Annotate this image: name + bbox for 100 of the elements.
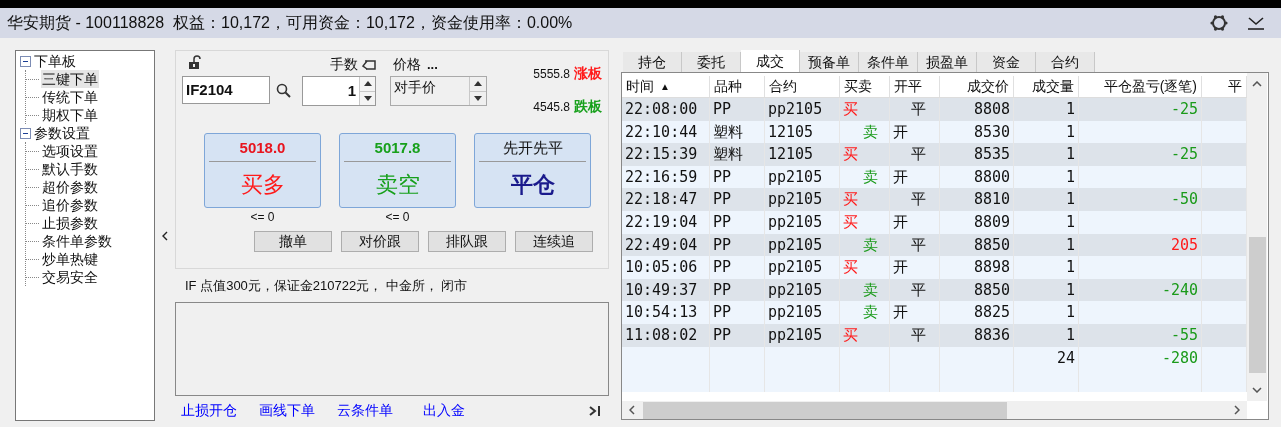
link[interactable]: 止损开仓 xyxy=(181,400,237,421)
price-more-button[interactable]: ... xyxy=(427,54,438,75)
table-cell-text: 平 xyxy=(911,189,926,211)
column-header[interactable]: 时间 xyxy=(626,76,654,97)
unlock-icon[interactable] xyxy=(188,55,202,70)
table-cell: pp2105 xyxy=(765,323,840,347)
down-arrow-icon[interactable] xyxy=(363,95,372,101)
action-button[interactable]: 排队跟 xyxy=(428,231,506,252)
column-header[interactable]: 合约 xyxy=(769,76,797,97)
up-arrow-icon[interactable] xyxy=(363,81,372,87)
table-cell-text: 8810 xyxy=(973,189,1010,211)
column-header[interactable]: 品种 xyxy=(714,76,742,97)
vertical-scrollbar[interactable] xyxy=(1247,73,1267,401)
tab[interactable]: 委托 xyxy=(682,52,741,72)
action-button[interactable]: 对价跟 xyxy=(341,231,419,252)
table-cell-text: 205 xyxy=(1170,234,1198,256)
link[interactable]: 画线下单 xyxy=(259,400,315,421)
tree-item[interactable]: 条件单参数 xyxy=(41,232,113,250)
table-cell-text: -280 xyxy=(1161,347,1198,369)
action-button[interactable]: 撤单 xyxy=(254,231,332,252)
scroll-right-icon[interactable] xyxy=(1234,405,1240,415)
table-cell: 12105 xyxy=(765,143,840,166)
tree-item[interactable]: 默认手数 xyxy=(41,160,99,178)
search-icon[interactable] xyxy=(276,82,291,98)
tree-item[interactable]: 选项设置 xyxy=(41,142,99,160)
table-cell-text: 8535 xyxy=(973,144,1010,166)
limit-label: 涨板 xyxy=(574,64,602,83)
link[interactable]: 云条件单 xyxy=(337,400,393,421)
tab[interactable]: 损盈单 xyxy=(918,52,977,72)
order-button[interactable]: 5018.0 买多 xyxy=(204,133,321,208)
table-cell-text: 卖 xyxy=(863,302,878,324)
table-cell: 22:15:39 xyxy=(622,143,710,166)
table-cell-text: 1 xyxy=(1065,99,1075,121)
table-cell-text: 1 xyxy=(1065,325,1075,346)
table-cell-text: 卖 xyxy=(863,279,878,301)
settings-icon[interactable] xyxy=(1209,12,1229,33)
table-cell-text: 买 xyxy=(843,212,858,233)
tab[interactable]: 持仓 xyxy=(623,52,682,72)
tree-item[interactable]: 交易安全 xyxy=(41,268,99,286)
tree-item[interactable]: 炒单热键 xyxy=(41,250,99,268)
scroll-left-icon[interactable] xyxy=(629,405,635,415)
column-header[interactable]: 买卖 xyxy=(844,76,872,97)
horizontal-scrollbar[interactable] xyxy=(622,401,1247,419)
column-header[interactable]: 成交价 xyxy=(967,76,1009,97)
column-header[interactable]: 平 xyxy=(1228,76,1242,97)
tree-item[interactable]: 止损参数 xyxy=(41,214,99,232)
limit-label: 跌板 xyxy=(574,97,602,116)
table-cell: pp2105 xyxy=(765,98,840,121)
table-cell-text: 1 xyxy=(1065,257,1075,279)
tab[interactable]: 条件单 xyxy=(859,52,918,72)
table-cell-text: 平 xyxy=(911,234,926,256)
table-cell-text: -240 xyxy=(1161,279,1198,301)
table-cell: PP xyxy=(710,301,765,324)
tree-item[interactable]: 超价参数 xyxy=(41,178,99,196)
tree-item[interactable]: 参数设置 xyxy=(34,124,90,142)
collapse-icon[interactable] xyxy=(20,127,31,139)
tree-item[interactable]: 追价参数 xyxy=(41,196,99,214)
column-header[interactable]: 成交量 xyxy=(1032,76,1074,97)
table-cell: 22:18:47 xyxy=(622,188,710,211)
table-cell-text: 8898 xyxy=(973,257,1010,279)
table-cell: 10:05:06 xyxy=(622,256,710,279)
tree-item[interactable]: 下单板 xyxy=(34,52,76,70)
table-cell-text: 买 xyxy=(843,189,858,211)
down-arrow-icon[interactable] xyxy=(474,95,482,101)
column-header[interactable]: 开平 xyxy=(894,76,922,97)
tab[interactable]: 合约 xyxy=(1036,52,1095,72)
table-cell-text: 1 xyxy=(1065,279,1075,301)
tree-item[interactable]: 三键下单 xyxy=(41,70,99,88)
table-cell-text: 1 xyxy=(1065,189,1075,211)
collapse-icon[interactable] xyxy=(20,55,31,67)
link[interactable]: 出入金 xyxy=(423,400,465,421)
tab[interactable]: 资金 xyxy=(977,52,1036,72)
table-cell-text: 买 xyxy=(843,99,858,121)
table-cell-text: 平 xyxy=(911,99,926,121)
lots-label: 手数 xyxy=(330,55,358,74)
scroll-up-icon[interactable] xyxy=(1252,81,1262,87)
table-cell-text: 1 xyxy=(1065,234,1075,256)
tab[interactable]: 预备单 xyxy=(800,52,859,72)
price-type-field[interactable]: 对手价 xyxy=(390,76,487,106)
table-cell-text: 开 xyxy=(893,166,908,188)
lots-field[interactable]: 1 xyxy=(302,76,376,106)
return-icon[interactable] xyxy=(361,58,377,71)
action-button[interactable]: 连续追 xyxy=(515,231,593,252)
tab[interactable]: 成交 xyxy=(741,50,800,72)
table-cell-text: 8809 xyxy=(973,212,1010,233)
tree-item[interactable]: 期权下单 xyxy=(41,106,99,124)
collapse-panel-icon[interactable] xyxy=(162,230,168,241)
order-button[interactable]: 先开先平 平仓 xyxy=(474,133,591,208)
scroll-down-icon[interactable] xyxy=(1252,387,1262,393)
up-arrow-icon[interactable] xyxy=(474,81,482,87)
table-cell: pp2105 xyxy=(765,301,840,324)
limit-price: 4545.8 xyxy=(533,98,570,116)
table-cell-text: 开 xyxy=(893,302,908,324)
table-cell-text: 买 xyxy=(843,257,858,279)
column-header[interactable]: 平仓盈亏(逐笔) xyxy=(1103,76,1197,97)
table-cell-text: 平 xyxy=(911,144,926,166)
skip-to-end-icon[interactable] xyxy=(589,404,601,417)
minimize-icon[interactable] xyxy=(1247,15,1265,30)
tree-item[interactable]: 传统下单 xyxy=(41,88,99,106)
contract-field[interactable]: IF2104 xyxy=(182,76,270,104)
